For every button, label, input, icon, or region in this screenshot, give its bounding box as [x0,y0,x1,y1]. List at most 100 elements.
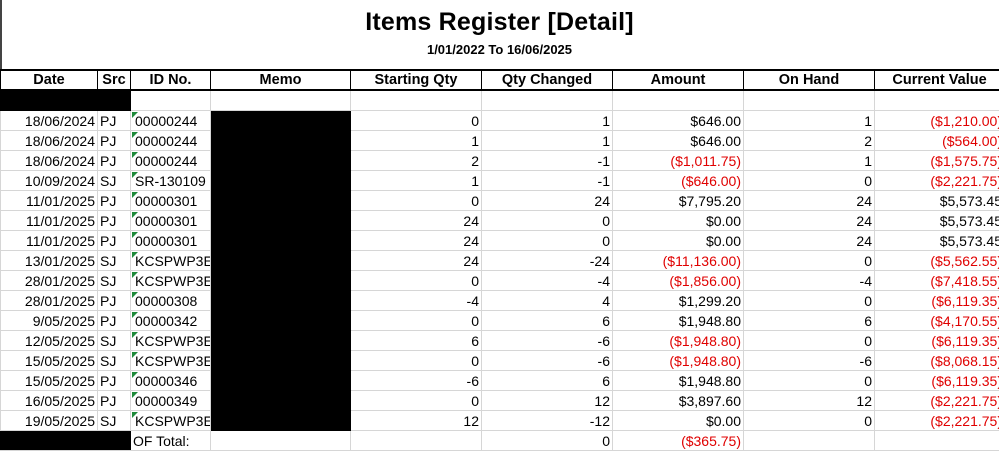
empty-cell[interactable] [743,89,875,111]
date-cell[interactable]: 16/05/2025 [0,390,98,411]
on-hand-cell[interactable]: 0 [743,170,875,191]
table-row[interactable]: 10/09/2024 SJ SR-130109 1 -1 ($646.00) 0 ($2,22… [0,170,999,191]
current-value-cell[interactable]: ($1,210.00) [874,110,999,131]
qty-changed-cell[interactable]: 6 [481,310,613,331]
src-cell[interactable]: SJ [97,270,131,291]
empty-cell[interactable] [210,89,351,111]
amount-cell[interactable]: ($1,948.80) [612,330,744,351]
qty-changed-cell[interactable]: -1 [481,150,613,171]
id-cell[interactable]: 00000244 [130,150,211,171]
amount-cell[interactable]: $0.00 [612,230,744,251]
src-cell[interactable]: PJ [97,290,131,311]
current-value-cell[interactable]: ($7,418.55) [874,270,999,291]
current-value-cell[interactable]: ($564.00) [874,130,999,151]
on-hand-cell[interactable]: -6 [743,350,875,371]
table-row[interactable]: 28/01/2025 SJ KCSPWP3E 0 -4 ($1,856.00) -4 ($7,… [0,270,999,291]
amount-cell[interactable]: ($1,011.75) [612,150,744,171]
on-hand-cell[interactable]: -4 [743,270,875,291]
on-hand-cell[interactable]: 24 [743,190,875,211]
id-cell[interactable]: 00000308 [130,290,211,311]
table-row[interactable]: 15/05/2025 SJ KCSPWP3E 0 -6 ($1,948.80) -6 ($8,… [0,350,999,371]
qty-changed-cell[interactable]: -12 [481,410,613,431]
col-header-current-value[interactable]: Current Value [874,69,999,91]
src-cell[interactable]: SJ [97,170,131,191]
id-cell[interactable]: 00000244 [130,110,211,131]
current-value-cell[interactable]: ($6,119.35) [874,290,999,311]
date-cell[interactable]: 11/01/2025 [0,210,98,231]
starting-qty-cell[interactable]: 24 [350,250,482,271]
table-row[interactable]: 9/05/2025 PJ 00000342 0 6 $1,948.80 6 ($4,170.5… [0,310,999,331]
current-value-cell[interactable]: ($4,170.55) [874,310,999,331]
qty-changed-cell[interactable]: 1 [481,130,613,151]
starting-qty-cell[interactable]: 6 [350,330,482,351]
table-row[interactable]: 19/05/2025 SJ KCSPWP3E 12 -12 $0.00 0 ($2,221.7… [0,410,999,431]
date-cell[interactable]: 19/05/2025 [0,410,98,431]
on-hand-cell[interactable]: 24 [743,230,875,251]
current-value-cell[interactable]: $5,573.45 [874,210,999,231]
amount-cell[interactable]: ($1,856.00) [612,270,744,291]
id-cell[interactable]: SR-130109 [130,170,211,191]
empty-cell[interactable] [130,89,211,111]
starting-qty-cell[interactable]: 12 [350,410,482,431]
table-row[interactable]: 18/06/2024 PJ 00000244 2 -1 ($1,011.75) 1 ($1,5… [0,150,999,171]
qty-changed-cell[interactable]: 6 [481,370,613,391]
starting-qty-cell[interactable]: -6 [350,370,482,391]
date-cell[interactable]: 13/01/2025 [0,250,98,271]
qty-changed-cell[interactable]: 0 [481,230,613,251]
current-value-cell[interactable]: ($6,119.35) [874,370,999,391]
date-cell[interactable]: 28/01/2025 [0,290,98,311]
on-hand-cell[interactable]: 0 [743,250,875,271]
starting-qty-cell[interactable]: 1 [350,170,482,191]
current-value-cell[interactable]: ($2,221.75) [874,390,999,411]
starting-qty-cell[interactable]: 0 [350,270,482,291]
date-cell[interactable]: 18/06/2024 [0,130,98,151]
amount-cell[interactable]: $0.00 [612,410,744,431]
current-value-cell[interactable]: $5,573.45 [874,190,999,211]
amount-cell[interactable]: $646.00 [612,130,744,151]
amount-cell[interactable]: ($11,136.00) [612,250,744,271]
qty-changed-cell[interactable]: -4 [481,270,613,291]
src-cell[interactable]: PJ [97,130,131,151]
qty-changed-cell[interactable]: 12 [481,390,613,411]
on-hand-cell[interactable]: 0 [743,370,875,391]
date-cell[interactable]: 12/05/2025 [0,330,98,351]
id-cell[interactable]: KCSPWP3E [130,410,211,431]
id-cell[interactable]: 00000342 [130,310,211,331]
col-header-src[interactable]: Src [97,69,131,91]
date-cell[interactable]: 15/05/2025 [0,370,98,391]
src-cell[interactable]: SJ [97,250,131,271]
starting-qty-cell[interactable]: 0 [350,310,482,331]
id-cell[interactable]: 00000301 [130,210,211,231]
amount-cell[interactable]: $3,897.60 [612,390,744,411]
empty-cell[interactable] [350,89,482,111]
amount-cell[interactable]: $1,948.80 [612,370,744,391]
empty-cell[interactable] [874,430,999,451]
on-hand-cell[interactable]: 1 [743,110,875,131]
table-row[interactable]: 13/01/2025 SJ KCSPWP3E 24 -24 ($11,136.00) 0 ($… [0,250,999,271]
starting-qty-cell[interactable]: 2 [350,150,482,171]
empty-cell[interactable] [874,89,999,111]
src-cell[interactable]: PJ [97,190,131,211]
on-hand-cell[interactable]: 1 [743,150,875,171]
col-header-amount[interactable]: Amount [612,69,744,91]
table-row[interactable]: 18/06/2024 PJ 00000244 0 1 $646.00 1 ($1,210.00… [0,110,999,131]
id-cell[interactable]: KCSPWP3E [130,270,211,291]
qty-changed-cell[interactable]: -6 [481,330,613,351]
qty-changed-cell[interactable]: -1 [481,170,613,191]
starting-qty-cell[interactable]: -4 [350,290,482,311]
id-cell[interactable]: KCSPWP3E [130,350,211,371]
src-cell[interactable]: SJ [97,330,131,351]
qty-changed-cell[interactable]: 24 [481,190,613,211]
current-value-cell[interactable]: ($2,221.75) [874,410,999,431]
table-row[interactable]: 11/01/2025 PJ 00000301 0 24 $7,795.20 24 $5,573… [0,190,999,211]
on-hand-cell[interactable]: 12 [743,390,875,411]
table-row[interactable]: 11/01/2025 PJ 00000301 24 0 $0.00 24 $5,573.45 [0,230,999,251]
id-cell[interactable]: KCSPWP3E [130,250,211,271]
date-cell[interactable]: 11/01/2025 [0,230,98,251]
src-cell[interactable]: PJ [97,210,131,231]
on-hand-cell[interactable]: 2 [743,130,875,151]
empty-cell[interactable] [350,430,482,451]
on-hand-cell[interactable]: 24 [743,210,875,231]
table-row[interactable]: 28/01/2025 PJ 00000308 -4 4 $1,299.20 0 ($6,119… [0,290,999,311]
table-row[interactable]: 18/06/2024 PJ 00000244 1 1 $646.00 2 ($564.00) [0,130,999,151]
